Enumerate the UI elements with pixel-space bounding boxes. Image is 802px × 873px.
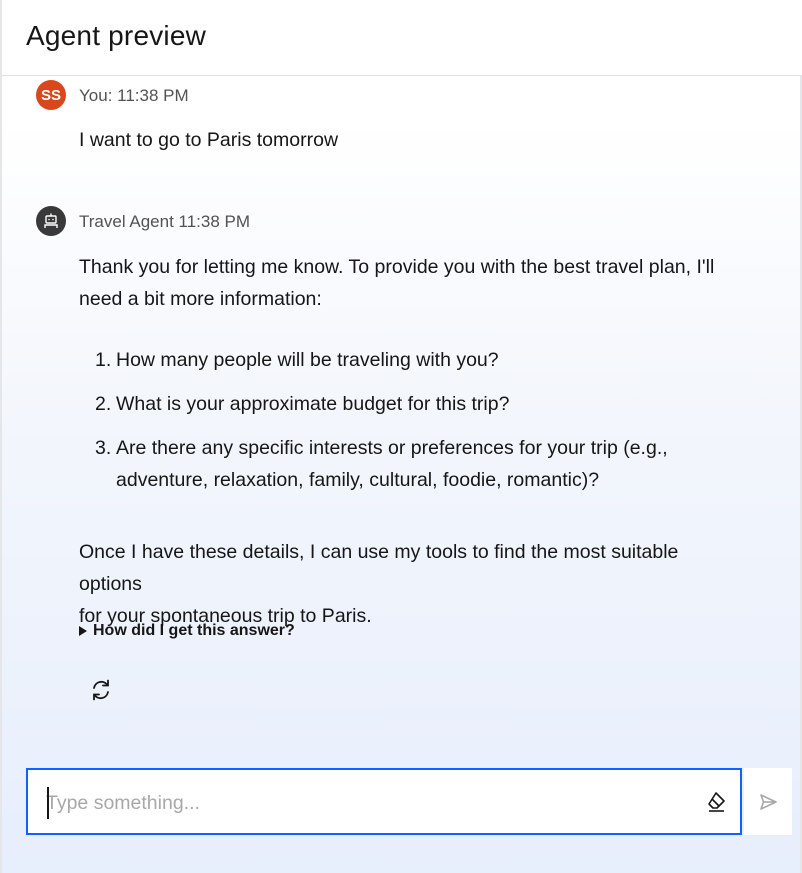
robot-icon [36, 206, 66, 236]
list-text: What is your approximate budget for this… [116, 393, 510, 415]
questions-list: 1. How many people will be traveling wit… [95, 344, 715, 508]
page-title: Agent preview [26, 20, 207, 51]
list-text-line: Are there any specific interests or pref… [116, 437, 668, 459]
explain-answer-label: How did I get this answer? [93, 622, 295, 639]
list-item: 2. What is your approximate budget for t… [95, 388, 715, 420]
explain-answer-toggle[interactable]: How did I get this answer? [79, 622, 295, 640]
list-number: 1. [95, 349, 112, 371]
agent-outro: Once I have these details, I can use my … [79, 536, 719, 632]
eraser-icon [708, 792, 725, 812]
user-message: SS You: 11:38 PM I want to go to Paris t… [36, 80, 756, 160]
message-meta: Travel Agent 11:38 PM [79, 212, 251, 231]
intro-line: need a bit more information: [79, 288, 322, 310]
list-item: 3. Are there any specific interests or p… [95, 432, 715, 496]
agent-message: Travel Agent 11:38 PM Thank you for lett… [36, 206, 756, 646]
send-icon [760, 793, 777, 810]
message-input[interactable] [46, 786, 686, 820]
intro-line: Thank you for letting me know. To provid… [79, 256, 715, 278]
message-text: I want to go to Paris tomorrow [79, 129, 339, 151]
regenerate-button[interactable] [90, 678, 112, 702]
agent-preview-panel: Agent preview SS You: 11:38 PM I want to… [0, 0, 802, 873]
agent-intro: Thank you for letting me know. To provid… [79, 251, 719, 315]
list-item: 1. How many people will be traveling wit… [95, 344, 715, 376]
outro-line: Once I have these details, I can use my … [79, 541, 679, 595]
list-text: How many people will be traveling with y… [116, 349, 499, 371]
list-number: 2. [95, 393, 112, 415]
clear-input-button[interactable] [704, 790, 728, 814]
avatar: SS [36, 80, 66, 110]
regenerate-icon [93, 679, 109, 701]
panel-header: Agent preview [2, 0, 802, 76]
list-text-line: adventure, relaxation, family, cultural,… [116, 469, 600, 491]
text-caret [47, 787, 49, 819]
caret-right-icon [79, 626, 87, 636]
message-meta: You: 11:38 PM [79, 86, 189, 105]
list-number: 3. [95, 437, 112, 459]
list-text: Are there any specific interests or pref… [116, 432, 668, 496]
send-button[interactable] [744, 768, 792, 835]
message-composer [26, 768, 742, 835]
